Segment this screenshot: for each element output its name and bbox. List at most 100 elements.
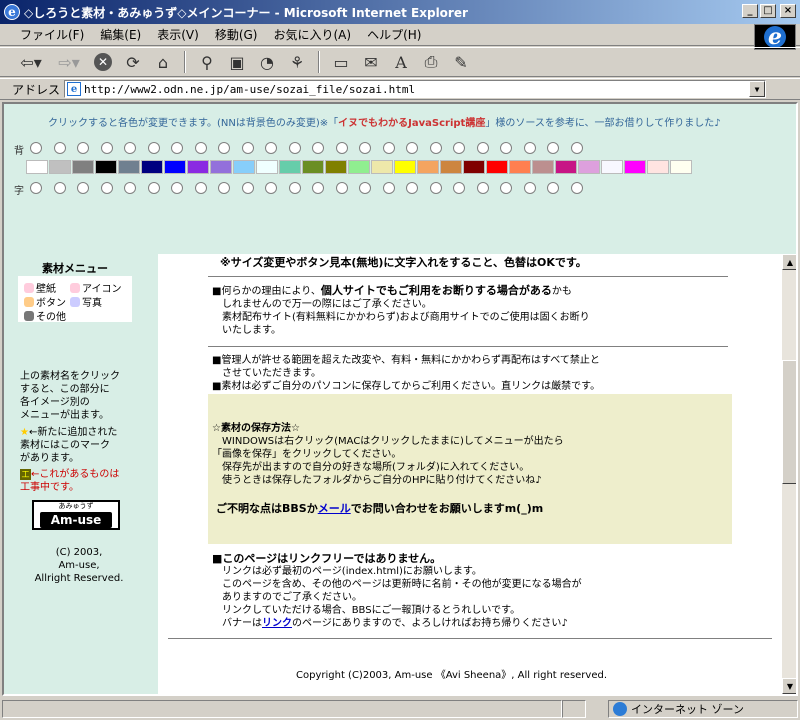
bg-color-radio[interactable] xyxy=(406,142,418,154)
bg-color-radio[interactable] xyxy=(453,142,465,154)
refresh-icon: ⟳ xyxy=(126,52,140,72)
maximize-button[interactable]: □ xyxy=(760,4,776,18)
color-swatch xyxy=(49,160,71,174)
scroll-down-button[interactable]: ▼ xyxy=(782,678,796,694)
fg-color-radio[interactable] xyxy=(382,182,395,194)
scroll-up-button[interactable]: ▲ xyxy=(782,254,796,270)
bg-color-radio[interactable] xyxy=(53,142,66,154)
fg-color-radio[interactable] xyxy=(241,182,254,194)
bg-color-radio[interactable] xyxy=(194,142,207,154)
address-dropdown-icon[interactable]: ▼ xyxy=(749,81,766,97)
fg-color-radio[interactable] xyxy=(476,182,489,194)
print-button[interactable]: ⎙ xyxy=(418,50,444,74)
menu-item-photo[interactable]: 写真 xyxy=(70,294,102,309)
font-button[interactable]: A xyxy=(388,50,414,74)
menu-edit[interactable]: 編集(E) xyxy=(92,24,149,45)
fullscreen-button[interactable]: ▭ xyxy=(328,50,354,74)
color-swatch xyxy=(302,160,324,174)
minimize-button[interactable]: _ xyxy=(742,4,758,18)
fg-color-radio[interactable] xyxy=(171,182,183,194)
menu-item-other[interactable]: その他 xyxy=(24,308,66,323)
link-page-link[interactable]: リンク xyxy=(262,618,292,629)
color-note-link[interactable]: イヌでもわかるJavaScript講座 xyxy=(338,118,485,129)
fg-color-radio[interactable] xyxy=(523,182,536,194)
fg-color-radio[interactable] xyxy=(406,182,418,194)
back-button[interactable]: ⇦▾ xyxy=(14,50,48,74)
fg-color-radio[interactable] xyxy=(312,182,324,194)
search-icon: ⚲ xyxy=(201,52,213,72)
bg-color-radio[interactable] xyxy=(147,142,160,154)
home-icon: ⌂ xyxy=(157,52,169,72)
bg-color-radio[interactable] xyxy=(218,142,230,154)
site-logo[interactable]: あみゅうず Am-use xyxy=(32,500,120,530)
fg-color-radio[interactable] xyxy=(453,182,465,194)
menu-box: 壁紙 アイコン ボタン 写真 その他 xyxy=(18,276,132,323)
bg-color-radio[interactable] xyxy=(476,142,489,154)
fg-color-radio[interactable] xyxy=(218,182,230,194)
p1-bold: 個人サイトでもご利用をお断りする場合がある xyxy=(320,284,552,297)
fg-color-radio[interactable] xyxy=(53,182,66,194)
fg-color-radio[interactable] xyxy=(547,182,559,194)
menu-view[interactable]: 表示(V) xyxy=(149,24,207,45)
fg-color-radio[interactable] xyxy=(77,182,89,194)
icon-icon xyxy=(70,282,80,293)
home-button[interactable]: ⌂ xyxy=(150,50,176,74)
bg-color-radio[interactable] xyxy=(288,142,301,154)
menu-info: 上の素材名をクリック すると、この部分に 各イメージ別の メニューが出ます。 xyxy=(20,370,120,422)
bg-color-radio[interactable] xyxy=(382,142,395,154)
bg-color-radio[interactable] xyxy=(312,142,324,154)
menu-help[interactable]: ヘルプ(H) xyxy=(359,24,429,45)
bg-color-radio[interactable] xyxy=(30,142,42,154)
bg-color-radio[interactable] xyxy=(241,142,254,154)
edit-button[interactable]: ✎ xyxy=(448,50,474,74)
bg-color-radio[interactable] xyxy=(335,142,348,154)
menu-item-icon[interactable]: アイコン xyxy=(70,280,122,295)
bg-color-radio[interactable] xyxy=(547,142,559,154)
fg-color-radio[interactable] xyxy=(359,182,371,194)
vertical-scrollbar[interactable]: ▲ ▼ xyxy=(782,254,796,694)
bg-color-radio[interactable] xyxy=(429,142,442,154)
bg-color-radio[interactable] xyxy=(523,142,536,154)
menu-favorites[interactable]: お気に入り(A) xyxy=(265,24,359,45)
fg-color-radio[interactable] xyxy=(570,182,583,194)
scroll-thumb[interactable] xyxy=(782,360,796,484)
address-input[interactable]: e http://www2.odn.ne.jp/am-use/sozai_fil… xyxy=(64,80,767,98)
bg-color-radio[interactable] xyxy=(570,142,583,154)
fg-color-radio[interactable] xyxy=(265,182,277,194)
bg-color-radio[interactable] xyxy=(359,142,371,154)
contact-line: ご不明な点はBBSかメールでお問い合わせをお願いしますm(_)m xyxy=(216,502,543,515)
save-method-box: ☆素材の保存方法☆ WINDOWSは右クリック(MACはクリックしたままに)して… xyxy=(208,394,732,544)
fg-color-radio[interactable] xyxy=(124,182,136,194)
bg-color-radio[interactable] xyxy=(77,142,89,154)
color-swatch xyxy=(141,160,163,174)
fg-color-radio[interactable] xyxy=(288,182,301,194)
bg-color-radio[interactable] xyxy=(265,142,277,154)
menu-item-wallpaper[interactable]: 壁紙 xyxy=(24,280,56,295)
history-button[interactable]: ◔ xyxy=(254,50,280,74)
menu-go[interactable]: 移動(G) xyxy=(207,24,266,45)
fg-color-radio[interactable] xyxy=(30,182,42,194)
fg-color-radio[interactable] xyxy=(194,182,207,194)
main-pane: ※サイズ変更やボタン見本(無地)に文字入れをすること、色替はOKです。 ■何らか… xyxy=(158,254,782,694)
stop-button[interactable]: ✕ xyxy=(90,50,116,74)
fg-color-radio[interactable] xyxy=(147,182,160,194)
bg-color-radio[interactable] xyxy=(124,142,136,154)
bg-color-radio[interactable] xyxy=(100,142,113,154)
fg-color-radio[interactable] xyxy=(500,182,512,194)
favorites-button[interactable]: ▣ xyxy=(224,50,250,74)
refresh-button[interactable]: ⟳ xyxy=(120,50,146,74)
mail-button[interactable]: ✉ xyxy=(358,50,384,74)
search-button[interactable]: ⚲ xyxy=(194,50,220,74)
close-button[interactable]: × xyxy=(780,4,796,18)
menu-item-button[interactable]: ボタン xyxy=(24,294,66,309)
bg-color-radio[interactable] xyxy=(171,142,183,154)
fg-color-radio[interactable] xyxy=(335,182,348,194)
channels-button[interactable]: ⚘ xyxy=(284,50,310,74)
fg-color-radio[interactable] xyxy=(100,182,113,194)
fg-color-radio[interactable] xyxy=(429,182,442,194)
bg-color-radio[interactable] xyxy=(500,142,512,154)
menu-file[interactable]: ファイル(F) xyxy=(12,24,92,45)
favorites-icon: ▣ xyxy=(229,52,245,72)
forward-button[interactable]: ⇨▾ xyxy=(52,50,86,74)
mail-link[interactable]: メール xyxy=(318,502,351,515)
